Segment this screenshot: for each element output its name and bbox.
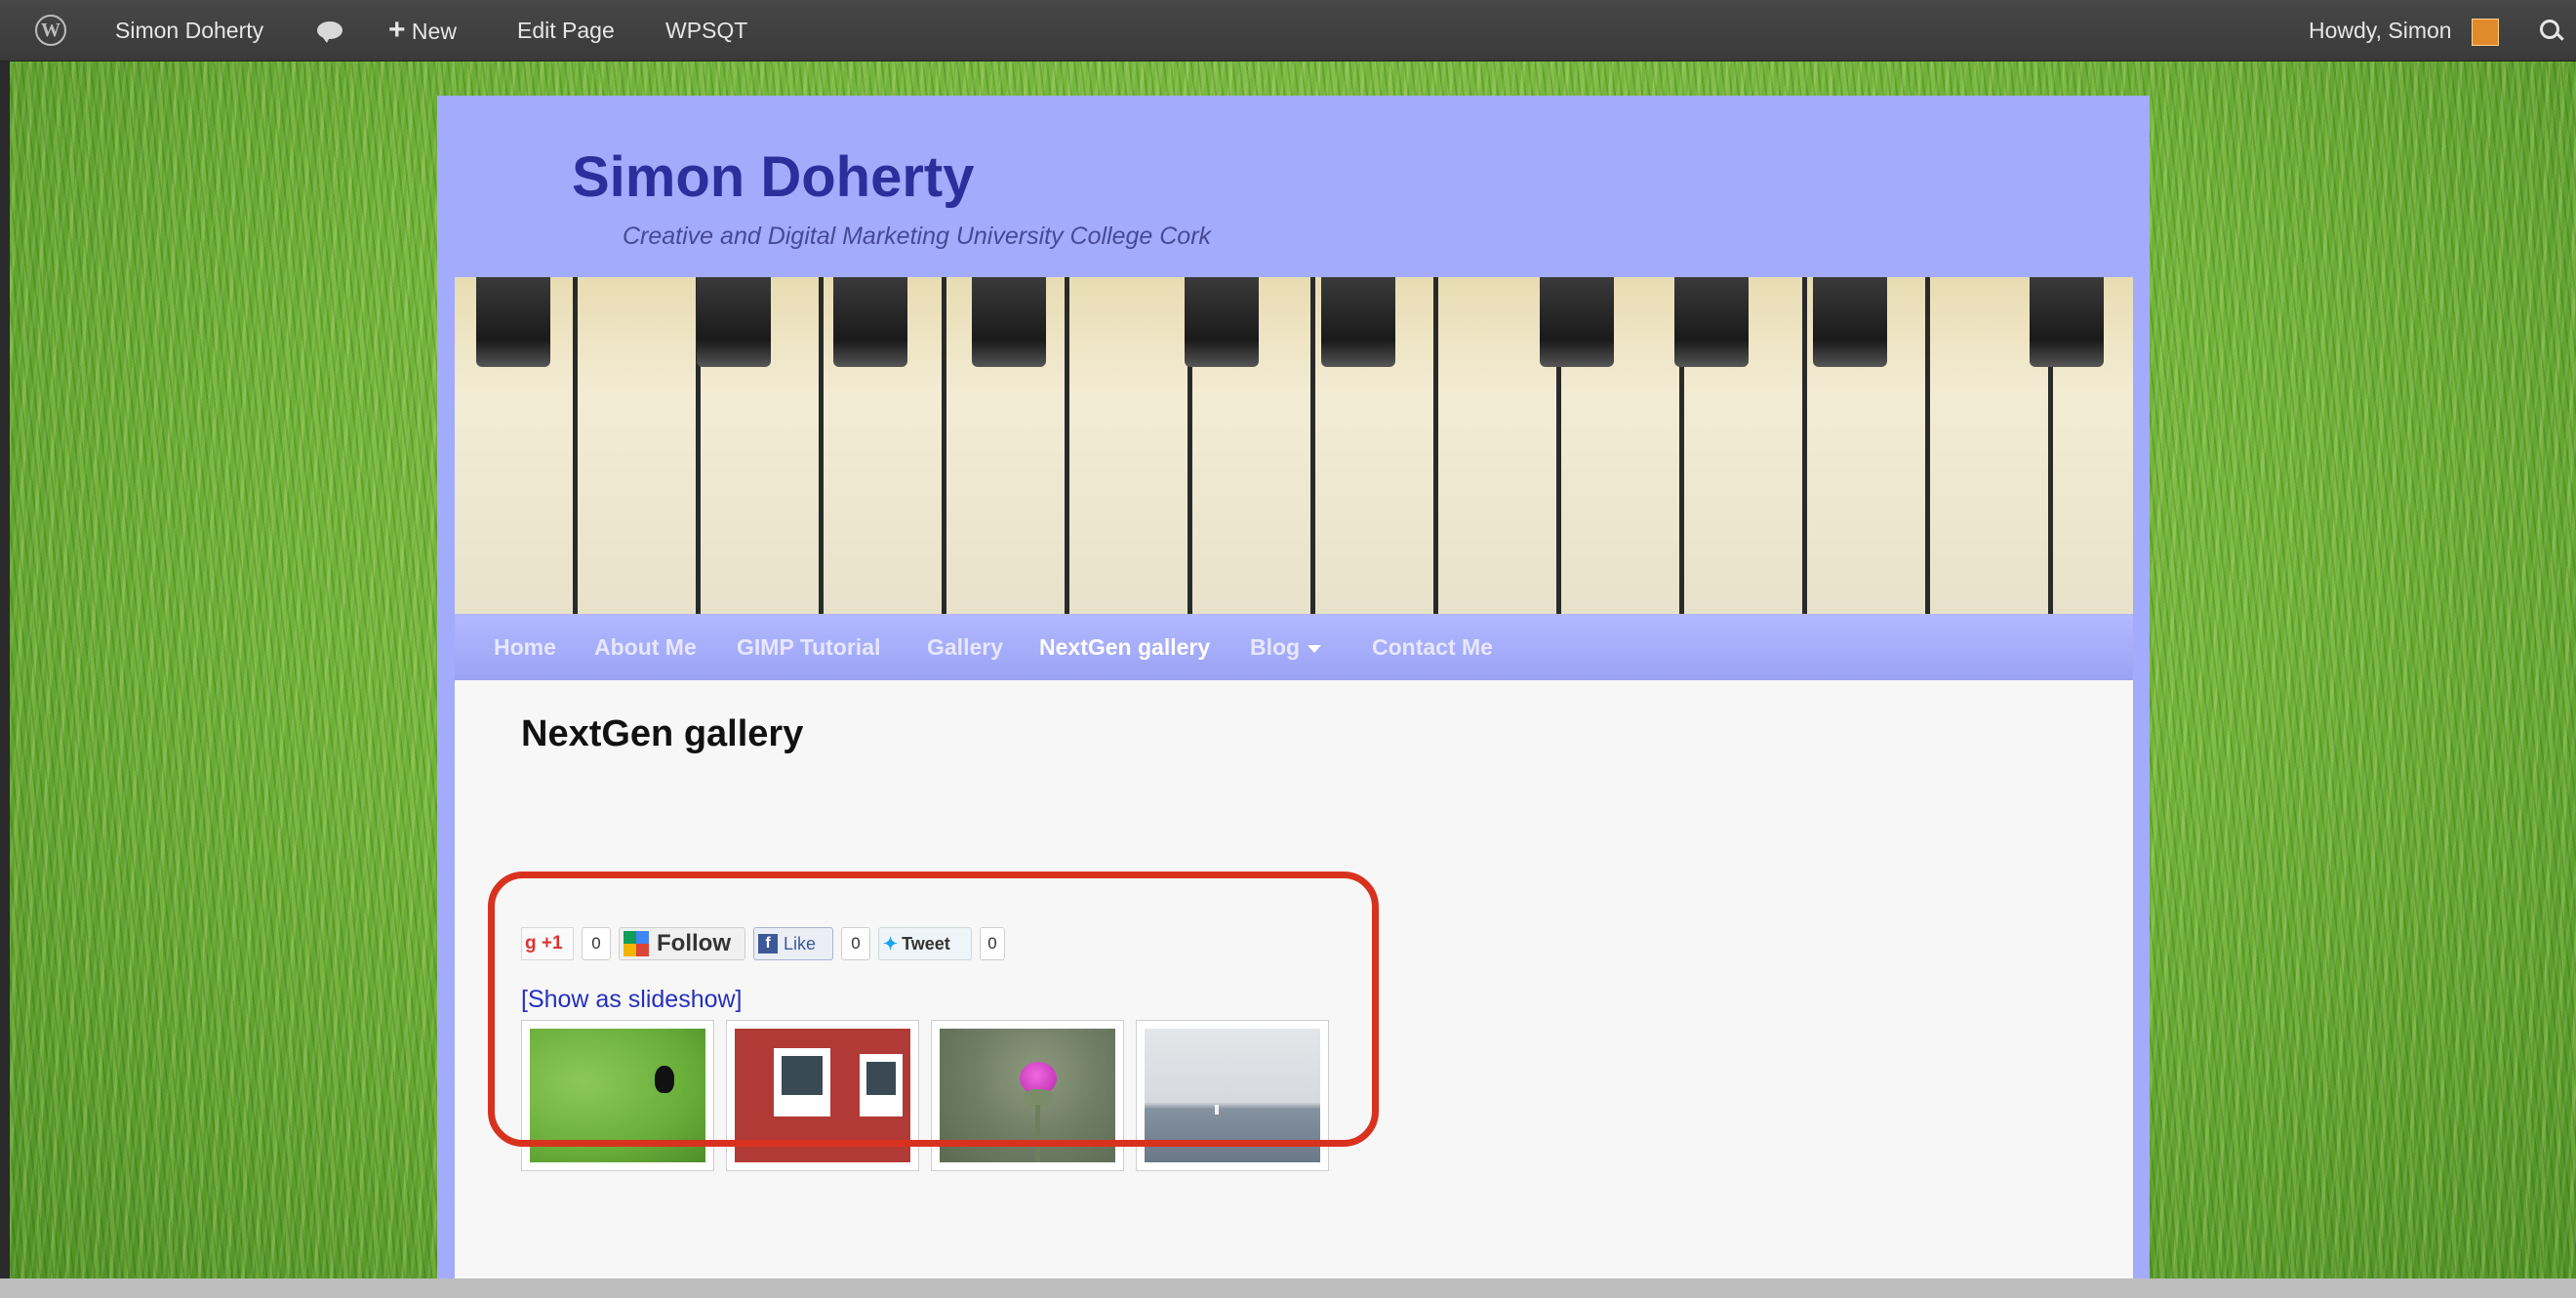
- bottom-bar: [0, 1278, 2576, 1298]
- nav-item-blog-label: Blog: [1250, 634, 1301, 660]
- piano-black-key: [1185, 277, 1259, 367]
- page-title: NextGen gallery: [521, 713, 804, 754]
- piano-black-key: [697, 277, 771, 367]
- nav-item-home[interactable]: Home: [494, 614, 556, 680]
- nav-item-gallery[interactable]: Gallery: [927, 614, 1003, 680]
- header-image-piano-keys: [455, 277, 2133, 614]
- site-title[interactable]: Simon Doherty: [572, 144, 975, 210]
- admin-bar-howdy[interactable]: Howdy, Simon: [2309, 0, 2452, 61]
- admin-bar-new[interactable]: + New: [388, 0, 457, 61]
- piano-black-key: [972, 277, 1046, 367]
- gallery-highlight-annotation: [488, 872, 1379, 1147]
- piano-black-key: [1321, 277, 1395, 367]
- piano-black-key: [1674, 277, 1749, 367]
- admin-bar-wpsqt[interactable]: WPSQT: [665, 0, 747, 61]
- piano-black-key: [1540, 277, 1614, 367]
- main-navigation: Home About Me GIMP Tutorial Gallery Next…: [455, 614, 2133, 680]
- nav-item-contact-me[interactable]: Contact Me: [1372, 614, 1493, 680]
- nav-item-blog[interactable]: Blog: [1250, 614, 1322, 680]
- search-icon[interactable]: [2540, 20, 2559, 39]
- comment-bubble-icon[interactable]: [317, 21, 342, 43]
- nav-item-about-me[interactable]: About Me: [594, 614, 697, 680]
- chevron-down-icon: [1308, 644, 1322, 653]
- admin-bar: W Simon Doherty + New Edit Page WPSQT Ho…: [0, 0, 2576, 61]
- wordpress-logo-icon[interactable]: W: [35, 15, 66, 46]
- piano-black-key: [833, 277, 907, 367]
- admin-bar-edit-page[interactable]: Edit Page: [517, 0, 615, 61]
- nav-item-gimp-tutorial[interactable]: GIMP Tutorial: [737, 614, 880, 680]
- window-edge: [0, 0, 10, 1298]
- piano-black-key: [2030, 277, 2104, 367]
- site-description: Creative and Digital Marketing Universit…: [623, 223, 1212, 250]
- admin-bar-new-label: New: [411, 19, 457, 44]
- piano-black-key: [1813, 277, 1887, 367]
- admin-bar-site-name[interactable]: Simon Doherty: [115, 0, 263, 61]
- plus-icon: +: [388, 14, 406, 46]
- piano-black-key: [476, 277, 550, 367]
- nav-item-nextgen-gallery[interactable]: NextGen gallery: [1039, 614, 1210, 680]
- avatar[interactable]: [2472, 19, 2499, 46]
